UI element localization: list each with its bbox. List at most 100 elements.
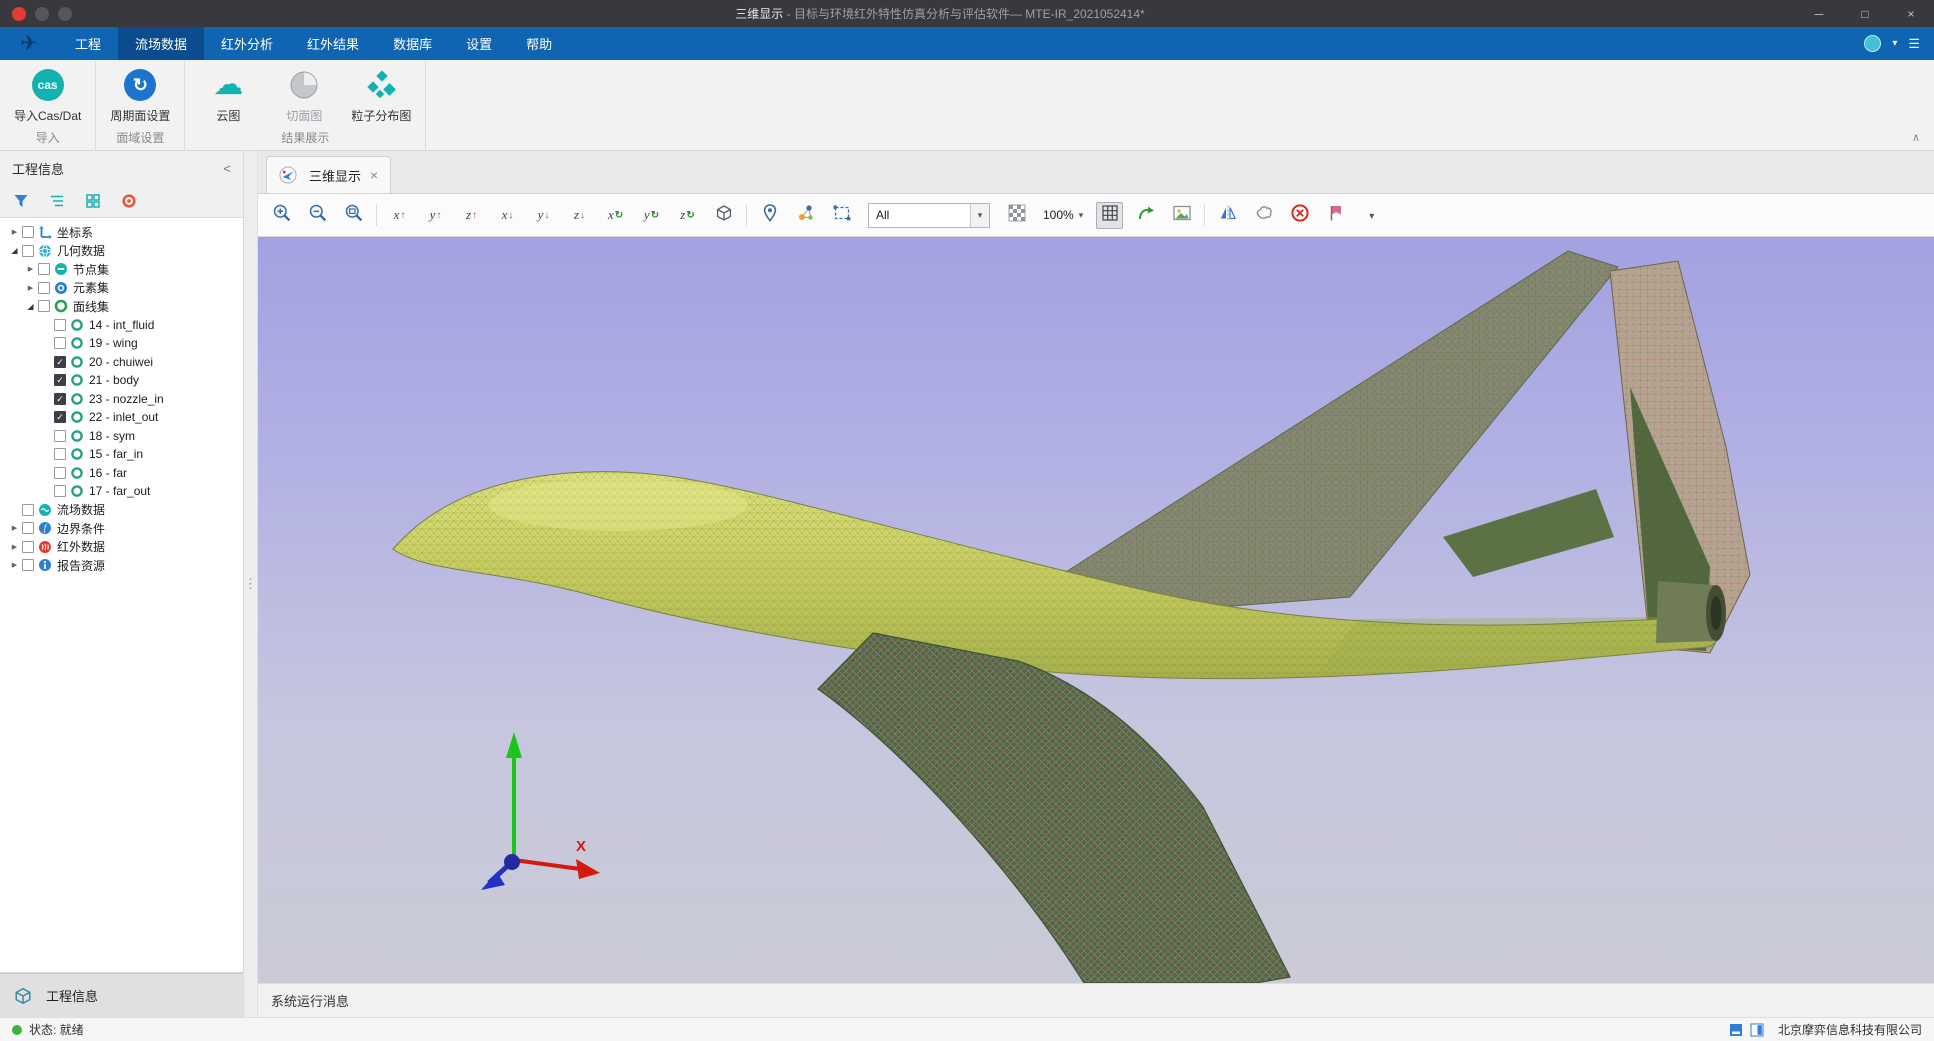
tree-checkbox[interactable] bbox=[38, 282, 50, 294]
tree-checkbox[interactable] bbox=[22, 226, 34, 238]
tree-checkbox[interactable] bbox=[22, 559, 34, 571]
tree-expander-icon[interactable]: ▶ bbox=[8, 524, 21, 532]
account-icon[interactable] bbox=[1864, 35, 1881, 52]
surface-18-sym[interactable]: 18 - sym bbox=[0, 427, 243, 446]
view-y-down-button[interactable]: y↓ bbox=[530, 202, 557, 229]
tree-checkbox[interactable]: ✓ bbox=[54, 393, 66, 405]
maximize-button[interactable]: □ bbox=[1842, 0, 1888, 27]
tab-ir-results[interactable]: 红外结果 bbox=[290, 27, 376, 60]
surface-14-int-fluid[interactable]: 14 - int_fluid bbox=[0, 316, 243, 335]
view-x-up-button[interactable]: x↑ bbox=[386, 202, 413, 229]
close-button[interactable]: × bbox=[1888, 0, 1934, 27]
infrared-data[interactable]: ▶红外数据 bbox=[0, 538, 243, 557]
tree-checkbox[interactable]: ✓ bbox=[54, 356, 66, 368]
periodic-surface-button[interactable]: ↻周期面设置 bbox=[110, 68, 170, 124]
lasso-button[interactable] bbox=[1250, 202, 1277, 229]
rotate-y-button[interactable]: y↻ bbox=[638, 202, 665, 229]
surface-21-body[interactable]: ✓21 - body bbox=[0, 371, 243, 390]
tree-checkbox[interactable] bbox=[54, 485, 66, 497]
filter-button[interactable] bbox=[12, 192, 30, 210]
tree-expander-icon[interactable]: ▶ bbox=[24, 265, 37, 273]
geometry-data[interactable]: ◢几何数据 bbox=[0, 242, 243, 261]
sidebar-collapse-button[interactable]: < bbox=[223, 161, 231, 176]
tree-checkbox[interactable] bbox=[54, 448, 66, 460]
flow-field-data[interactable]: 流场数据 bbox=[0, 501, 243, 520]
rotate-z-button[interactable]: z↻ bbox=[674, 202, 701, 229]
mirror-button[interactable] bbox=[1214, 202, 1241, 229]
tree-expander-icon[interactable]: ▶ bbox=[24, 284, 37, 292]
surface-15-far-in[interactable]: 15 - far_in bbox=[0, 445, 243, 464]
minimize-button[interactable]: ─ bbox=[1796, 0, 1842, 27]
sidebar-bottom-tab[interactable]: 工程信息 bbox=[0, 973, 243, 1017]
zoom-out-button[interactable] bbox=[304, 202, 331, 229]
boundary-conditions[interactable]: ▶f边界条件 bbox=[0, 519, 243, 538]
caret-down-button[interactable]: ▾ bbox=[1358, 202, 1385, 229]
app-gray-icon-2[interactable] bbox=[58, 7, 72, 21]
surface-16-far[interactable]: 16 - far bbox=[0, 464, 243, 483]
report-resources[interactable]: ▶报告资源 bbox=[0, 556, 243, 575]
tree-checkbox[interactable] bbox=[54, 467, 66, 479]
app-gray-icon-1[interactable] bbox=[35, 7, 49, 21]
tree-expander-icon[interactable]: ▶ bbox=[8, 228, 21, 236]
face-line-set[interactable]: ◢面线集 bbox=[0, 297, 243, 316]
grid-view-button[interactable] bbox=[84, 192, 102, 210]
panel-splitter[interactable]: ⋮ bbox=[244, 151, 258, 1017]
delete-button[interactable] bbox=[1286, 202, 1313, 229]
tree-expander-icon[interactable]: ◢ bbox=[24, 302, 37, 311]
zoom-fit-button[interactable] bbox=[340, 202, 367, 229]
surface-22-inlet-out[interactable]: ✓22 - inlet_out bbox=[0, 408, 243, 427]
outline-view-button[interactable] bbox=[48, 192, 66, 210]
tab-settings[interactable]: 设置 bbox=[449, 27, 509, 60]
view-z-down-button[interactable]: z↓ bbox=[566, 202, 593, 229]
tab-3d-view[interactable]: 三维显示 × bbox=[266, 156, 391, 193]
tab-ir-analysis[interactable]: 红外分析 bbox=[204, 27, 290, 60]
tab-close-icon[interactable]: × bbox=[370, 167, 378, 183]
zoom-level-dropdown[interactable]: 100%▾ bbox=[1039, 208, 1087, 222]
tree-checkbox[interactable]: ✓ bbox=[54, 374, 66, 386]
tree-checkbox[interactable] bbox=[54, 319, 66, 331]
layout-toggle-button-2[interactable] bbox=[1749, 1022, 1765, 1038]
node-set[interactable]: ▶节点集 bbox=[0, 260, 243, 279]
surface-20-chuiwei[interactable]: ✓20 - chuiwei bbox=[0, 353, 243, 372]
tree-checkbox[interactable] bbox=[22, 541, 34, 553]
surface-17-far-out[interactable]: 17 - far_out bbox=[0, 482, 243, 501]
tree-checkbox[interactable]: ✓ bbox=[54, 411, 66, 423]
tree-expander-icon[interactable]: ▶ bbox=[8, 561, 21, 569]
tree-expander-icon[interactable]: ◢ bbox=[8, 246, 21, 255]
select-region-button[interactable] bbox=[828, 202, 855, 229]
view-iso-button[interactable] bbox=[710, 202, 737, 229]
cloud-map-button[interactable]: ☁云图 bbox=[199, 68, 257, 124]
locate-button[interactable] bbox=[120, 192, 138, 210]
tab-flow-field-data[interactable]: 流场数据 bbox=[118, 27, 204, 60]
element-set[interactable]: ▶元素集 bbox=[0, 279, 243, 298]
surface-23-nozzle-in[interactable]: ✓23 - nozzle_in bbox=[0, 390, 243, 409]
display-filter-combo[interactable]: All▾ bbox=[868, 203, 990, 228]
tab-help[interactable]: 帮助 bbox=[509, 27, 569, 60]
layout-toggle-button-1[interactable] bbox=[1728, 1022, 1744, 1038]
surface-19-wing[interactable]: 19 - wing bbox=[0, 334, 243, 353]
transparency-button[interactable] bbox=[1003, 202, 1030, 229]
coordinate-system[interactable]: ▶坐标系 bbox=[0, 223, 243, 242]
tree-checkbox[interactable] bbox=[38, 263, 50, 275]
tree-checkbox[interactable] bbox=[54, 337, 66, 349]
tree-checkbox[interactable] bbox=[54, 430, 66, 442]
view-x-down-button[interactable]: x↓ bbox=[494, 202, 521, 229]
tree-expander-icon[interactable]: ▶ bbox=[8, 543, 21, 551]
zoom-in-button[interactable] bbox=[268, 202, 295, 229]
tab-engineering[interactable]: 工程 bbox=[58, 27, 118, 60]
apps-menu-icon[interactable]: ☰ bbox=[1908, 36, 1920, 52]
titlebar[interactable]: 三维显示 - 目标与环境红外特性仿真分析与评估软件— MTE-IR_202105… bbox=[0, 0, 1934, 27]
flag-button[interactable] bbox=[1322, 202, 1349, 229]
import-cas-dat-button[interactable]: cas导入Cas/Dat bbox=[14, 68, 81, 124]
locate-pin-button[interactable] bbox=[756, 202, 783, 229]
tree-checkbox[interactable] bbox=[22, 245, 34, 257]
tree-checkbox[interactable] bbox=[38, 300, 50, 312]
tree-checkbox[interactable] bbox=[22, 522, 34, 534]
molecule-button[interactable] bbox=[792, 202, 819, 229]
app-red-icon[interactable] bbox=[12, 7, 26, 21]
tree-checkbox[interactable] bbox=[22, 504, 34, 516]
grid-button[interactable] bbox=[1096, 202, 1123, 229]
snapshot-button[interactable] bbox=[1168, 202, 1195, 229]
particle-distribution-button[interactable]: 粒子分布图 bbox=[351, 68, 411, 124]
tab-database[interactable]: 数据库 bbox=[376, 27, 449, 60]
